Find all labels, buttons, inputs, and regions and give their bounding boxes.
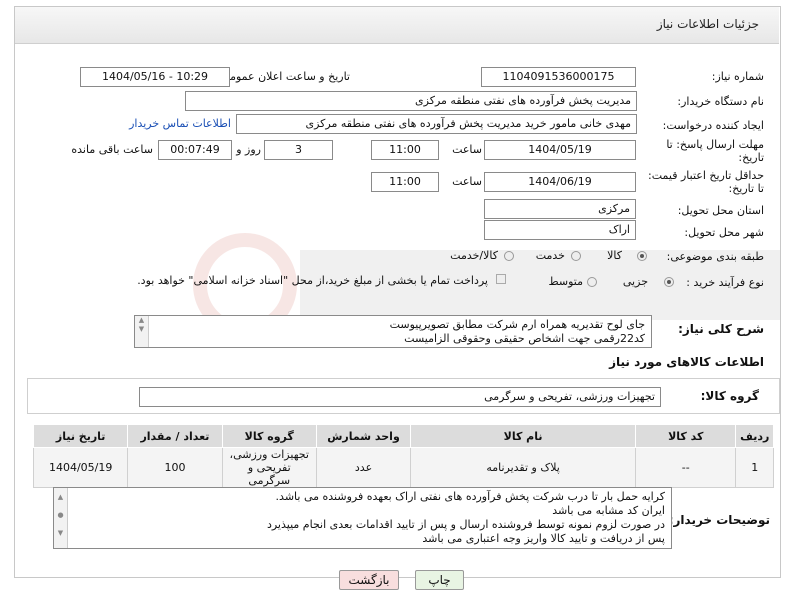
remaining-time-field: 00:07:49 (158, 140, 232, 160)
days-label: روز و (236, 143, 261, 156)
cell-need-date: 1404/05/19 (32, 447, 129, 488)
city-label: شهر محل تحویل: (684, 226, 764, 239)
process-option-medium: متوسط (548, 275, 583, 288)
category-radio-service[interactable] (571, 251, 581, 261)
back-button[interactable]: بازگشت (339, 570, 399, 590)
days-field: 3 (264, 140, 333, 160)
announce-field: 1404/05/16 - 10:29 (80, 67, 230, 87)
validity-label-date: تا تاریخ: (728, 182, 764, 195)
category-option-both: کالا/خدمت (450, 249, 498, 262)
contact-info-link[interactable]: اطلاعات تماس خریدار (129, 117, 231, 130)
header-item-code: کد کالا (634, 424, 737, 448)
header-row-number: ردیف (735, 424, 774, 448)
validity-time-label: ساعت (452, 175, 482, 188)
validity-date-field: 1404/06/19 (484, 172, 636, 192)
buyer-label: نام دستگاه خریدار: (677, 95, 764, 108)
buyer-notes-textarea[interactable]: کرایه حمل بار تا درب شرکت پخش فرآورده ها… (53, 487, 672, 549)
need-number-label: شماره نیاز: (711, 70, 764, 83)
goods-info-title: اطلاعات کالاهای مورد نیاز (609, 355, 764, 369)
description-line-1: جای لوح تقدیریه همراه ارم شرکت مطابق تصو… (389, 318, 645, 331)
cell-quantity: 100 (127, 447, 223, 488)
deadline-label: مهلت ارسال پاسخ: تا (666, 138, 764, 151)
category-radio-both[interactable] (504, 251, 514, 261)
category-label: طبقه بندی موضوعی: (666, 250, 764, 263)
goods-table: ردیف کد کالا نام کالا واحد شمارش گروه کا… (32, 424, 774, 488)
cell-item-name: پلاک و تقدیرنامه (410, 447, 636, 488)
header-unit: واحد شمارش (315, 424, 412, 448)
process-label: نوع فرآیند خرید : (686, 276, 764, 289)
deadline-label-date: تاریخ: (738, 151, 764, 164)
deadline-time-field: 11:00 (371, 140, 439, 160)
announce-label: تاریخ و ساعت اعلان عمومی: (217, 70, 350, 83)
print-button[interactable]: چاپ (415, 570, 464, 590)
need-number-field: 1104091536000175 (481, 67, 636, 87)
deadline-date-field: 1404/05/19 (484, 140, 636, 160)
city-field: اراک (484, 220, 636, 240)
cell-item-code: -- (634, 447, 737, 488)
buyer-note-line-4: پس از دریافت و تایید کالا واریز وجه اعتب… (422, 532, 665, 545)
validity-label: حداقل تاریخ اعتبار قیمت: (648, 169, 764, 182)
description-scrollbar[interactable]: ▲ ▼ (135, 316, 149, 347)
table-header-row: ردیف کد کالا نام کالا واحد شمارش گروه کا… (32, 424, 774, 448)
cell-row-number: 1 (735, 447, 774, 488)
remaining-label: ساعت باقی مانده (71, 143, 153, 156)
creator-field: مهدی خانی مامور خرید مدیریت پخش فرآورده … (236, 114, 637, 134)
header-need-date: تاریخ نیاز (32, 424, 129, 448)
creator-label: ایجاد کننده درخواست: (662, 119, 764, 132)
cell-goods-group: تجهیزات ورزشی، تفریحی و سرگرمی (221, 447, 317, 488)
description-label: شرح کلی نیاز: (678, 322, 764, 336)
treasury-checkbox[interactable] (496, 274, 506, 284)
header-quantity: تعداد / مقدار (127, 424, 223, 448)
payment-note: پرداخت تمام یا بخشی از مبلغ خرید،از محل … (137, 274, 488, 287)
description-textarea[interactable]: جای لوح تقدیریه همراه ارم شرکت مطابق تصو… (134, 315, 652, 348)
province-label: استان محل تحویل: (677, 204, 764, 217)
process-radio-medium[interactable] (587, 277, 597, 287)
table-row: 1 -- پلاک و تقدیرنامه عدد تجهیزات ورزشی،… (32, 447, 774, 488)
goods-group-label: گروه کالا: (700, 389, 759, 403)
buyer-notes-label: توضیحات خریدار: (668, 513, 770, 527)
deadline-time-label: ساعت (452, 143, 482, 156)
category-option-goods: کالا (607, 249, 622, 262)
province-field: مرکزی (484, 199, 636, 219)
validity-time-field: 11:00 (371, 172, 439, 192)
buyer-note-line-3: در صورت لزوم نمونه توسط فروشنده ارسال و … (266, 518, 665, 531)
cell-unit: عدد (315, 447, 412, 488)
buyer-note-line-2: ایران کد مشابه می باشد (552, 504, 665, 517)
header-item-name: نام کالا (410, 424, 636, 448)
page-title: جزئیات اطلاعات نیاز (656, 17, 759, 31)
buyer-field: مدیریت پخش فرآورده های نفتی منطقه مرکزی (185, 91, 637, 111)
buyer-notes-scrollbar[interactable]: ▲ ● ▼ (54, 488, 68, 548)
goods-group-field: تجهیزات ورزشی، تفریحی و سرگرمی (139, 387, 661, 407)
header-goods-group: گروه کالا (221, 424, 317, 448)
buyer-note-line-1: کرایه حمل بار تا درب شرکت پخش فرآورده ها… (275, 490, 665, 503)
category-option-service: خدمت (535, 249, 565, 262)
process-option-minor: جزیی (622, 275, 648, 288)
title-bar: جزئیات اطلاعات نیاز (15, 7, 779, 44)
description-line-2: کد22رقمی جهت اشخاص حقیقی وحقوقی الزامیست (404, 332, 645, 345)
process-radio-minor[interactable] (664, 277, 674, 287)
category-radio-goods[interactable] (637, 251, 647, 261)
